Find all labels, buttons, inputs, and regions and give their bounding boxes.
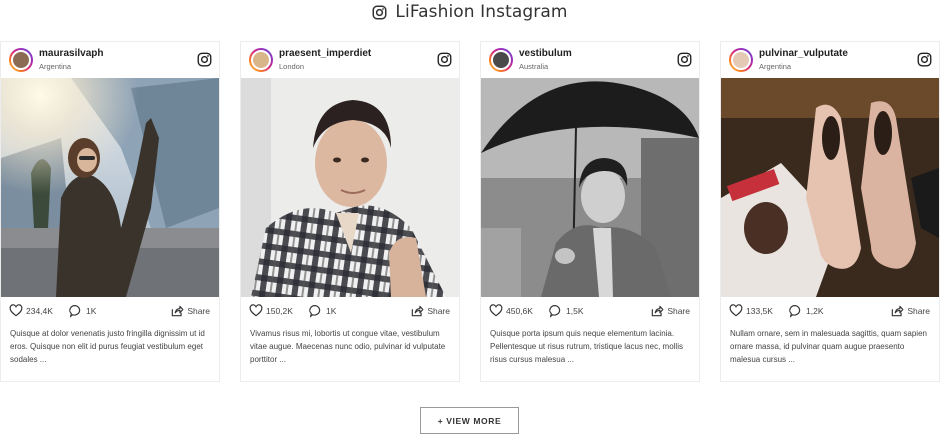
post-username[interactable]: maurasilvaph: [39, 48, 103, 59]
post-caption: Nullam ornare, sem in malesuada sagittis…: [730, 329, 927, 364]
section-title: LiFashion Instagram: [395, 2, 568, 22]
post-location: Argentina: [39, 62, 72, 71]
share-icon: [172, 305, 184, 317]
comment-icon: [789, 305, 801, 318]
post-location: London: [279, 62, 305, 71]
like-button[interactable]: 133,5K: [729, 304, 773, 318]
comment-icon: [69, 305, 81, 318]
share-label: Share: [667, 306, 690, 316]
share-button[interactable]: Share: [410, 304, 450, 318]
like-button[interactable]: 450,6K: [489, 304, 533, 318]
like-count: 450,6K: [506, 306, 533, 316]
share-button[interactable]: Share: [650, 304, 690, 318]
instagram-feed: maurasilvaph Argentina 234,4K 1K Share Q…: [0, 41, 940, 382]
avatar[interactable]: [9, 48, 33, 72]
share-label: Share: [427, 306, 450, 316]
avatar[interactable]: [489, 48, 513, 72]
comment-count: 1K: [86, 306, 97, 316]
heart-icon: [489, 304, 503, 317]
share-icon: [652, 305, 664, 317]
heart-icon: [9, 304, 23, 317]
like-count: 234,4K: [26, 306, 53, 316]
avatar[interactable]: [249, 48, 273, 72]
instagram-icon[interactable]: [917, 52, 932, 67]
post-header: pulvinar_vulputate Argentina: [721, 42, 939, 78]
post-actions: 133,5K 1,2K Share: [721, 300, 939, 324]
like-button[interactable]: 150,2K: [249, 304, 293, 318]
comment-icon: [549, 305, 561, 318]
comment-count: 1K: [326, 306, 337, 316]
post-header: praesent_imperdiet London: [241, 42, 459, 78]
post-caption: Quisque at dolor venenatis justo fringil…: [10, 329, 205, 364]
post-photo[interactable]: [721, 78, 939, 297]
share-button[interactable]: Share: [170, 304, 210, 318]
like-button[interactable]: 234,4K: [9, 304, 53, 318]
instagram-icon[interactable]: [677, 52, 692, 67]
post-header: maurasilvaph Argentina: [1, 42, 219, 78]
post-card[interactable]: praesent_imperdiet London 150,2K 1K Shar…: [240, 41, 460, 382]
post-location: Australia: [519, 62, 549, 71]
heart-icon: [249, 304, 263, 317]
post-photo[interactable]: [481, 78, 699, 297]
avatar[interactable]: [729, 48, 753, 72]
post-card[interactable]: vestibulum Australia 450,6K 1,5K Share Q…: [480, 41, 700, 382]
post-caption: Quisque porta ipsum quis neque elementum…: [490, 329, 683, 364]
instagram-icon[interactable]: [197, 52, 212, 67]
post-photo[interactable]: [1, 78, 219, 297]
post-card[interactable]: pulvinar_vulputate Argentina 133,5K 1,2K…: [720, 41, 940, 382]
post-username[interactable]: praesent_imperdiet: [279, 48, 371, 59]
post-username[interactable]: vestibulum: [519, 48, 572, 59]
comment-button[interactable]: 1K: [69, 304, 96, 318]
post-actions: 150,2K 1K Share: [241, 300, 459, 324]
post-card[interactable]: maurasilvaph Argentina 234,4K 1K Share Q…: [0, 41, 220, 382]
instagram-icon[interactable]: [437, 52, 452, 67]
heart-icon: [729, 304, 743, 317]
view-more-button[interactable]: + VIEW MORE: [420, 407, 519, 434]
comment-button[interactable]: 1,2K: [789, 304, 824, 318]
share-button[interactable]: Share: [890, 304, 930, 318]
post-location: Argentina: [759, 62, 792, 71]
comment-button[interactable]: 1,5K: [549, 304, 584, 318]
comment-count: 1,2K: [806, 306, 824, 316]
share-label: Share: [907, 306, 930, 316]
post-header: vestibulum Australia: [481, 42, 699, 78]
post-photo[interactable]: [241, 78, 459, 297]
share-label: Share: [187, 306, 210, 316]
comment-icon: [309, 305, 321, 318]
like-count: 133,5K: [746, 306, 773, 316]
comment-count: 1,5K: [566, 306, 584, 316]
post-actions: 450,6K 1,5K Share: [481, 300, 699, 324]
share-icon: [892, 305, 904, 317]
instagram-icon: [372, 5, 387, 19]
post-actions: 234,4K 1K Share: [1, 300, 219, 324]
comment-button[interactable]: 1K: [309, 304, 336, 318]
section-heading: LiFashion Instagram: [0, 0, 940, 24]
post-caption: Vivamus risus mi, lobortis ut congue vit…: [250, 329, 446, 364]
share-icon: [412, 305, 424, 317]
post-username[interactable]: pulvinar_vulputate: [759, 48, 848, 59]
like-count: 150,2K: [266, 306, 293, 316]
